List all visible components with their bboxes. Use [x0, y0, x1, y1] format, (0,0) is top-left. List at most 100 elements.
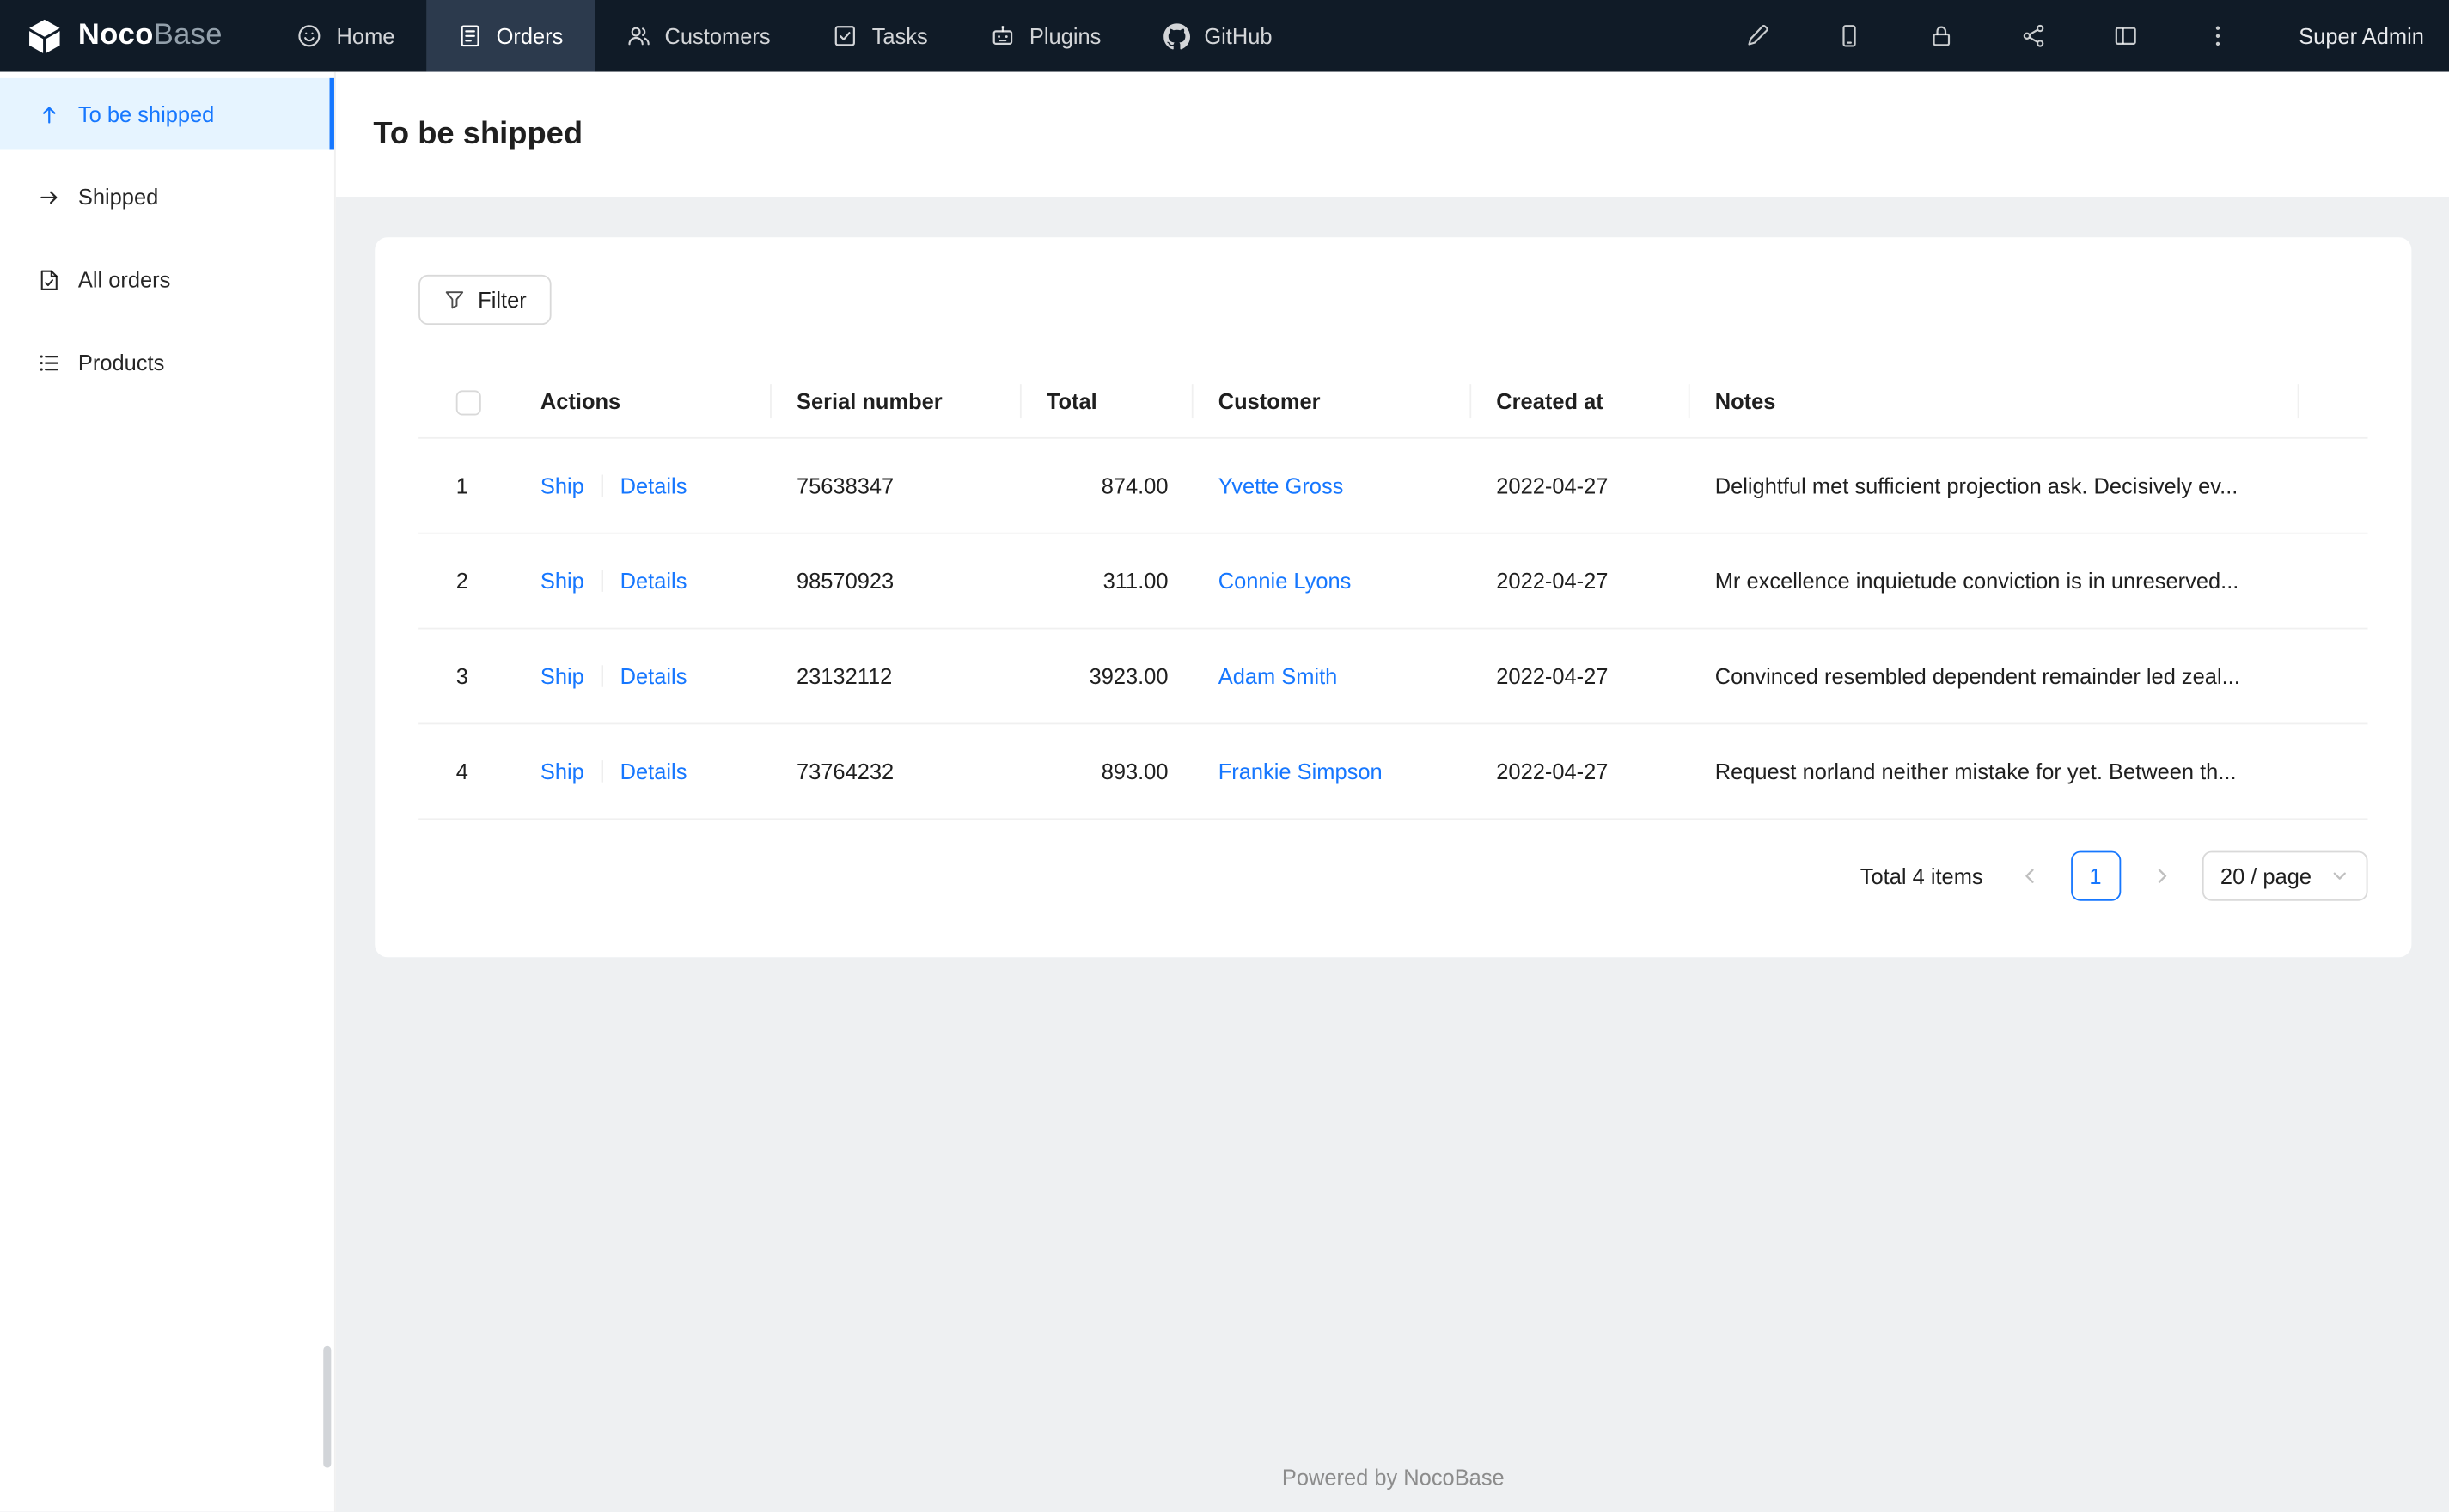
nav-item-orders[interactable]: Orders	[425, 0, 595, 72]
nav-item-home[interactable]: Home	[266, 0, 426, 72]
content-area: Filter Actions Serial number Total Custo…	[336, 197, 2449, 1511]
mobile-icon	[1843, 25, 1857, 47]
created-at-cell: 2022-04-27	[1496, 759, 1609, 784]
sidebar-item-to-be-shipped[interactable]: To be shipped	[0, 77, 334, 150]
nav-item-label: Customers	[664, 23, 771, 49]
layout-icon	[2116, 27, 2137, 45]
customer-link[interactable]: Adam Smith	[1218, 663, 1338, 688]
select-all-cell	[418, 365, 516, 437]
select-all-checkbox[interactable]	[455, 390, 481, 417]
total-cell: 311.00	[1102, 568, 1169, 594]
header-notes: Notes	[1690, 365, 2299, 437]
customer-cell: Yvette Gross	[1194, 439, 1472, 533]
customer-cell: Connie Lyons	[1194, 534, 1472, 628]
collections-button[interactable]	[1988, 0, 2080, 72]
app-root: NocoBase Home Orders Customers Tasks Plu…	[0, 0, 2449, 1512]
ui-editor-pen-icon	[1749, 25, 1769, 46]
shell: To be shipped Shipped All orders Product…	[0, 71, 2449, 1512]
pagination-prev-button[interactable]	[2005, 851, 2055, 901]
main-area: To be shipped Filter Actions Serial numb…	[335, 71, 2449, 1512]
github-icon	[1163, 22, 1190, 49]
row-actions-cell: Ship Details	[516, 534, 772, 628]
sidebar-scrollbar-thumb[interactable]	[323, 1345, 332, 1468]
created-at-cell: 2022-04-27	[1496, 568, 1609, 594]
page-size-value: 20 / page	[2220, 863, 2312, 889]
nav-item-label: Tasks	[871, 23, 928, 49]
serial-number-cell: 98570923	[796, 568, 895, 594]
row-actions-cell: Ship Details	[516, 629, 772, 722]
row-index: 2	[455, 568, 468, 594]
ship-link[interactable]: Ship	[540, 759, 584, 783]
header-tail-spacer	[2299, 365, 2368, 437]
created-at-cell: 2022-04-27	[1496, 663, 1609, 689]
orders-table: Actions Serial number Total Customer Cre…	[418, 365, 2368, 820]
row-tail-spacer	[2299, 534, 2368, 628]
chevron-left-icon	[2025, 869, 2033, 883]
lock-button[interactable]	[1896, 0, 1988, 72]
chevron-right-icon	[2158, 869, 2166, 883]
row-actions-cell: Ship Details	[516, 724, 772, 818]
ship-link[interactable]: Ship	[540, 663, 584, 688]
created-at-cell: 2022-04-27	[1496, 472, 1609, 498]
row-index: 3	[455, 663, 468, 689]
customer-link[interactable]: Yvette Gross	[1218, 473, 1344, 498]
orders-icon	[461, 25, 479, 47]
table-row: 3 Ship Details 23132112 3923.00 Adam Smit…	[418, 629, 2368, 725]
logo-text-light: Base	[153, 18, 223, 52]
action-divider	[601, 474, 603, 497]
user-menu[interactable]: Super Admin	[2264, 23, 2449, 48]
total-cell: 874.00	[1101, 472, 1169, 498]
nav-item-label: Plugins	[1029, 23, 1102, 49]
row-index: 1	[455, 472, 468, 498]
total-cell: 893.00	[1101, 759, 1169, 784]
sidebar: To be shipped Shipped All orders Product…	[0, 71, 336, 1512]
collections-graph-icon	[2024, 24, 2044, 47]
nav-item-plugins[interactable]: Plugins	[959, 0, 1133, 72]
layout-button[interactable]	[2080, 0, 2172, 72]
action-divider	[601, 570, 603, 592]
header-total: Total	[1022, 365, 1194, 437]
plugins-icon	[992, 25, 1013, 45]
more-button[interactable]	[2172, 0, 2264, 72]
row-tail-spacer	[2299, 724, 2368, 818]
pagination-next-button[interactable]	[2136, 851, 2186, 901]
customer-cell: Adam Smith	[1194, 629, 1472, 722]
sidebar-item-label: To be shipped	[77, 101, 215, 127]
serial-number-cell: 73764232	[796, 759, 895, 784]
pagination-total: Total 4 items	[1860, 863, 1983, 889]
table-row: 4 Ship Details 73764232 893.00 Frankie Si…	[418, 724, 2368, 820]
more-ellipsis-icon	[2216, 26, 2220, 46]
row-tail-spacer	[2299, 629, 2368, 722]
pagination: Total 4 items 1 20 / page	[418, 850, 2368, 901]
notes-cell: Delightful met sufficient projection ask…	[1714, 472, 2238, 498]
sidebar-item-products[interactable]: Products	[0, 326, 334, 399]
ship-link[interactable]: Ship	[540, 473, 584, 498]
notes-cell: Mr excellence inquietude conviction is i…	[1714, 568, 2239, 594]
customer-link[interactable]: Frankie Simpson	[1218, 759, 1383, 783]
customer-link[interactable]: Connie Lyons	[1218, 569, 1352, 594]
details-link[interactable]: Details	[620, 473, 687, 498]
nocobase-logo-icon	[29, 18, 60, 52]
action-divider	[601, 760, 603, 783]
table-body: 1 Ship Details 75638347 874.00 Yvette Gro…	[418, 439, 2368, 820]
header-customer: Customer	[1194, 365, 1472, 437]
sidebar-item-all-orders[interactable]: All orders	[0, 244, 334, 316]
nocobase-logo[interactable]: NocoBase	[0, 0, 266, 72]
nav-item-tasks[interactable]: Tasks	[802, 0, 959, 72]
sidebar-item-label: Products	[77, 350, 165, 375]
details-link[interactable]: Details	[620, 759, 687, 783]
pagination-page-1[interactable]: 1	[2070, 850, 2121, 901]
nav-item-customers[interactable]: Customers	[595, 0, 802, 72]
ship-link[interactable]: Ship	[540, 569, 584, 594]
row-index: 4	[455, 759, 468, 784]
filter-button[interactable]: Filter	[418, 274, 552, 326]
sidebar-item-label: All orders	[77, 266, 171, 292]
mobile-client-button[interactable]	[1804, 0, 1896, 72]
sidebar-item-shipped[interactable]: Shipped	[0, 161, 334, 233]
nav-item-github[interactable]: GitHub	[1133, 0, 1304, 72]
lock-icon	[1933, 26, 1951, 46]
details-link[interactable]: Details	[620, 569, 687, 594]
page-size-select[interactable]: 20 / page	[2202, 850, 2368, 901]
details-link[interactable]: Details	[620, 663, 687, 688]
ui-editor-button[interactable]	[1712, 0, 1804, 72]
